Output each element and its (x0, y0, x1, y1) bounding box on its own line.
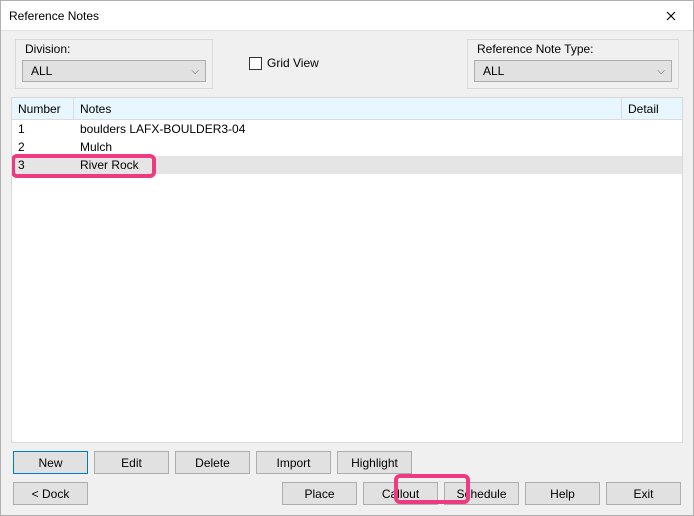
import-button[interactable]: Import (256, 451, 331, 474)
reftype-label: Reference Note Type: (474, 42, 597, 56)
exit-button[interactable]: Exit (606, 482, 681, 505)
reftype-value: ALL (483, 64, 504, 78)
division-group: Division: ALL ⌵ (15, 39, 213, 89)
cell-notes: River Rock (74, 158, 622, 172)
close-icon (666, 11, 676, 21)
col-number[interactable]: Number (12, 98, 74, 119)
cell-notes: Mulch (74, 140, 622, 154)
division-select[interactable]: ALL ⌵ (22, 60, 206, 82)
highlight-button[interactable]: Highlight (337, 451, 412, 474)
action-buttons: New Edit Delete Import Highlight (11, 443, 683, 478)
reftype-group: Reference Note Type: ALL ⌵ (467, 39, 679, 89)
cell-number: 1 (12, 122, 74, 136)
delete-button[interactable]: Delete (175, 451, 250, 474)
division-label: Division: (22, 42, 73, 56)
grid-view-label: Grid View (267, 56, 319, 70)
table-body: 1boulders LAFX-BOULDER3-042Mulch3River R… (12, 120, 682, 442)
edit-button[interactable]: Edit (94, 451, 169, 474)
grid-view-checkbox[interactable]: Grid View (249, 56, 319, 70)
help-button[interactable]: Help (525, 482, 600, 505)
content-area: Division: ALL ⌵ Grid View Reference Note… (1, 31, 693, 515)
table-row[interactable]: 2Mulch (12, 138, 682, 156)
schedule-button[interactable]: Schedule (444, 482, 519, 505)
new-button[interactable]: New (13, 451, 88, 474)
col-notes[interactable]: Notes (74, 98, 622, 119)
chevron-down-icon: ⌵ (657, 66, 665, 77)
cell-notes: boulders LAFX-BOULDER3-04 (74, 122, 622, 136)
reftype-select[interactable]: ALL ⌵ (474, 60, 672, 82)
dock-button[interactable]: < Dock (13, 482, 88, 505)
filters-row: Division: ALL ⌵ Grid View Reference Note… (11, 39, 683, 97)
chevron-down-icon: ⌵ (191, 66, 199, 77)
close-button[interactable] (648, 2, 693, 30)
division-value: ALL (31, 64, 52, 78)
reference-notes-window: Reference Notes Division: ALL ⌵ Grid Vie… (0, 0, 694, 516)
col-detail[interactable]: Detail (622, 98, 682, 119)
table-row[interactable]: 1boulders LAFX-BOULDER3-04 (12, 120, 682, 138)
cell-number: 3 (12, 158, 74, 172)
cell-number: 2 (12, 140, 74, 154)
table-header: Number Notes Detail (12, 98, 682, 120)
notes-table: Number Notes Detail 1boulders LAFX-BOULD… (11, 97, 683, 443)
table-row[interactable]: 3River Rock (12, 156, 682, 174)
window-title: Reference Notes (9, 9, 99, 23)
checkbox-box (249, 57, 262, 70)
titlebar: Reference Notes (1, 1, 693, 31)
spacer (94, 482, 276, 505)
callout-button[interactable]: Callout (363, 482, 438, 505)
place-button[interactable]: Place (282, 482, 357, 505)
bottom-buttons: < Dock Place Callout Schedule Help Exit (11, 478, 683, 505)
